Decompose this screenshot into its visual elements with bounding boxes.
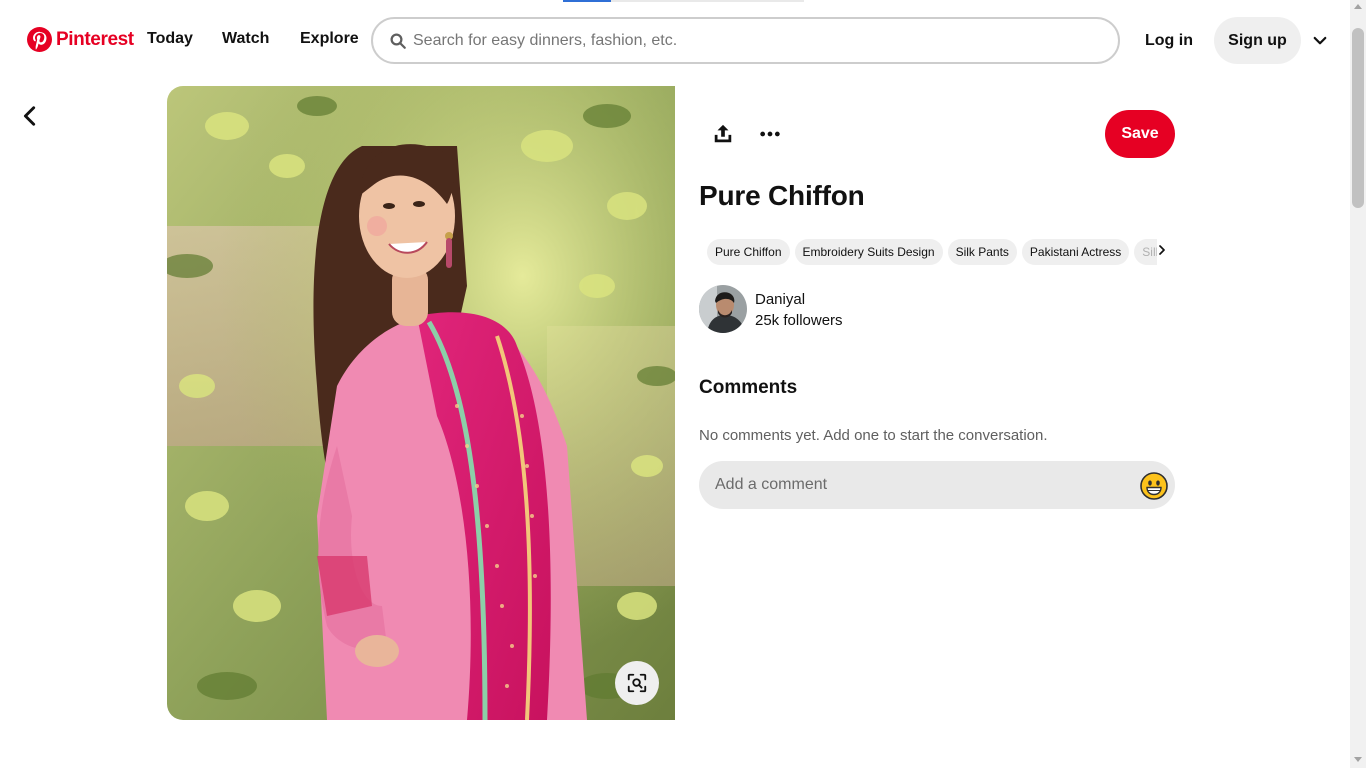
scroll-up-arrow-icon[interactable]: [1354, 4, 1362, 9]
scrollbar-thumb[interactable]: [1352, 28, 1364, 208]
no-comments-message: No comments yet. Add one to start the co…: [699, 427, 1048, 444]
visual-search-icon: [627, 673, 647, 693]
pin-tag-list: Pure Chiffon Embroidery Suits Design Silk …: [707, 239, 1157, 265]
nav-explore-link[interactable]: Explore: [300, 30, 359, 48]
back-arrow-icon: [23, 106, 36, 126]
share-icon: [714, 124, 732, 143]
login-button[interactable]: Log in: [1133, 19, 1205, 63]
tag-pakistani-actress[interactable]: Pakistani Actress: [1021, 239, 1130, 265]
nav-watch-link[interactable]: Watch: [222, 30, 269, 48]
scroll-down-arrow-icon[interactable]: [1354, 757, 1362, 762]
pinterest-logo-icon: [27, 27, 52, 52]
tag-pure-chiffon[interactable]: Pure Chiffon: [707, 239, 790, 265]
nav-today-link[interactable]: Today: [147, 30, 193, 48]
back-button[interactable]: [14, 100, 46, 132]
author-name[interactable]: Daniyal: [755, 291, 805, 308]
visual-search-button[interactable]: [615, 661, 659, 705]
comment-box[interactable]: [699, 461, 1175, 509]
comments-heading: Comments: [699, 377, 798, 398]
more-options-button[interactable]: [752, 116, 788, 152]
author-avatar[interactable]: [699, 285, 747, 333]
pin-title: Pure Chiffon: [699, 180, 865, 211]
tag-silk-pants[interactable]: Silk Pants: [947, 239, 1017, 265]
author-follower-count: 25k followers: [755, 312, 843, 329]
search-icon: [390, 33, 406, 49]
chevron-down-icon[interactable]: [1311, 32, 1329, 50]
author-avatar-photo: [699, 285, 747, 333]
page-scrollbar[interactable]: [1350, 0, 1366, 768]
smiley-emoji-icon[interactable]: [1140, 472, 1168, 500]
share-button[interactable]: [705, 116, 741, 152]
more-options-icon: [760, 131, 780, 137]
pinterest-wordmark: Pinterest: [56, 28, 134, 50]
pin-photo: [167, 86, 675, 720]
search-input[interactable]: [413, 31, 1093, 50]
search-bar[interactable]: [371, 17, 1120, 64]
pin-image[interactable]: [167, 86, 675, 720]
comment-input[interactable]: [715, 476, 1125, 494]
tag-silk[interactable]: Silk: [1134, 239, 1157, 265]
signup-button[interactable]: Sign up: [1214, 17, 1301, 64]
chevron-right-icon[interactable]: [1156, 244, 1168, 256]
top-navigation-bar: Pinterest Today Watch Explore Log in Sig…: [0, 0, 1350, 82]
tag-embroidery-suits-design[interactable]: Embroidery Suits Design: [794, 239, 943, 265]
pinterest-logo[interactable]: Pinterest: [27, 27, 134, 52]
save-button[interactable]: Save: [1105, 110, 1175, 158]
